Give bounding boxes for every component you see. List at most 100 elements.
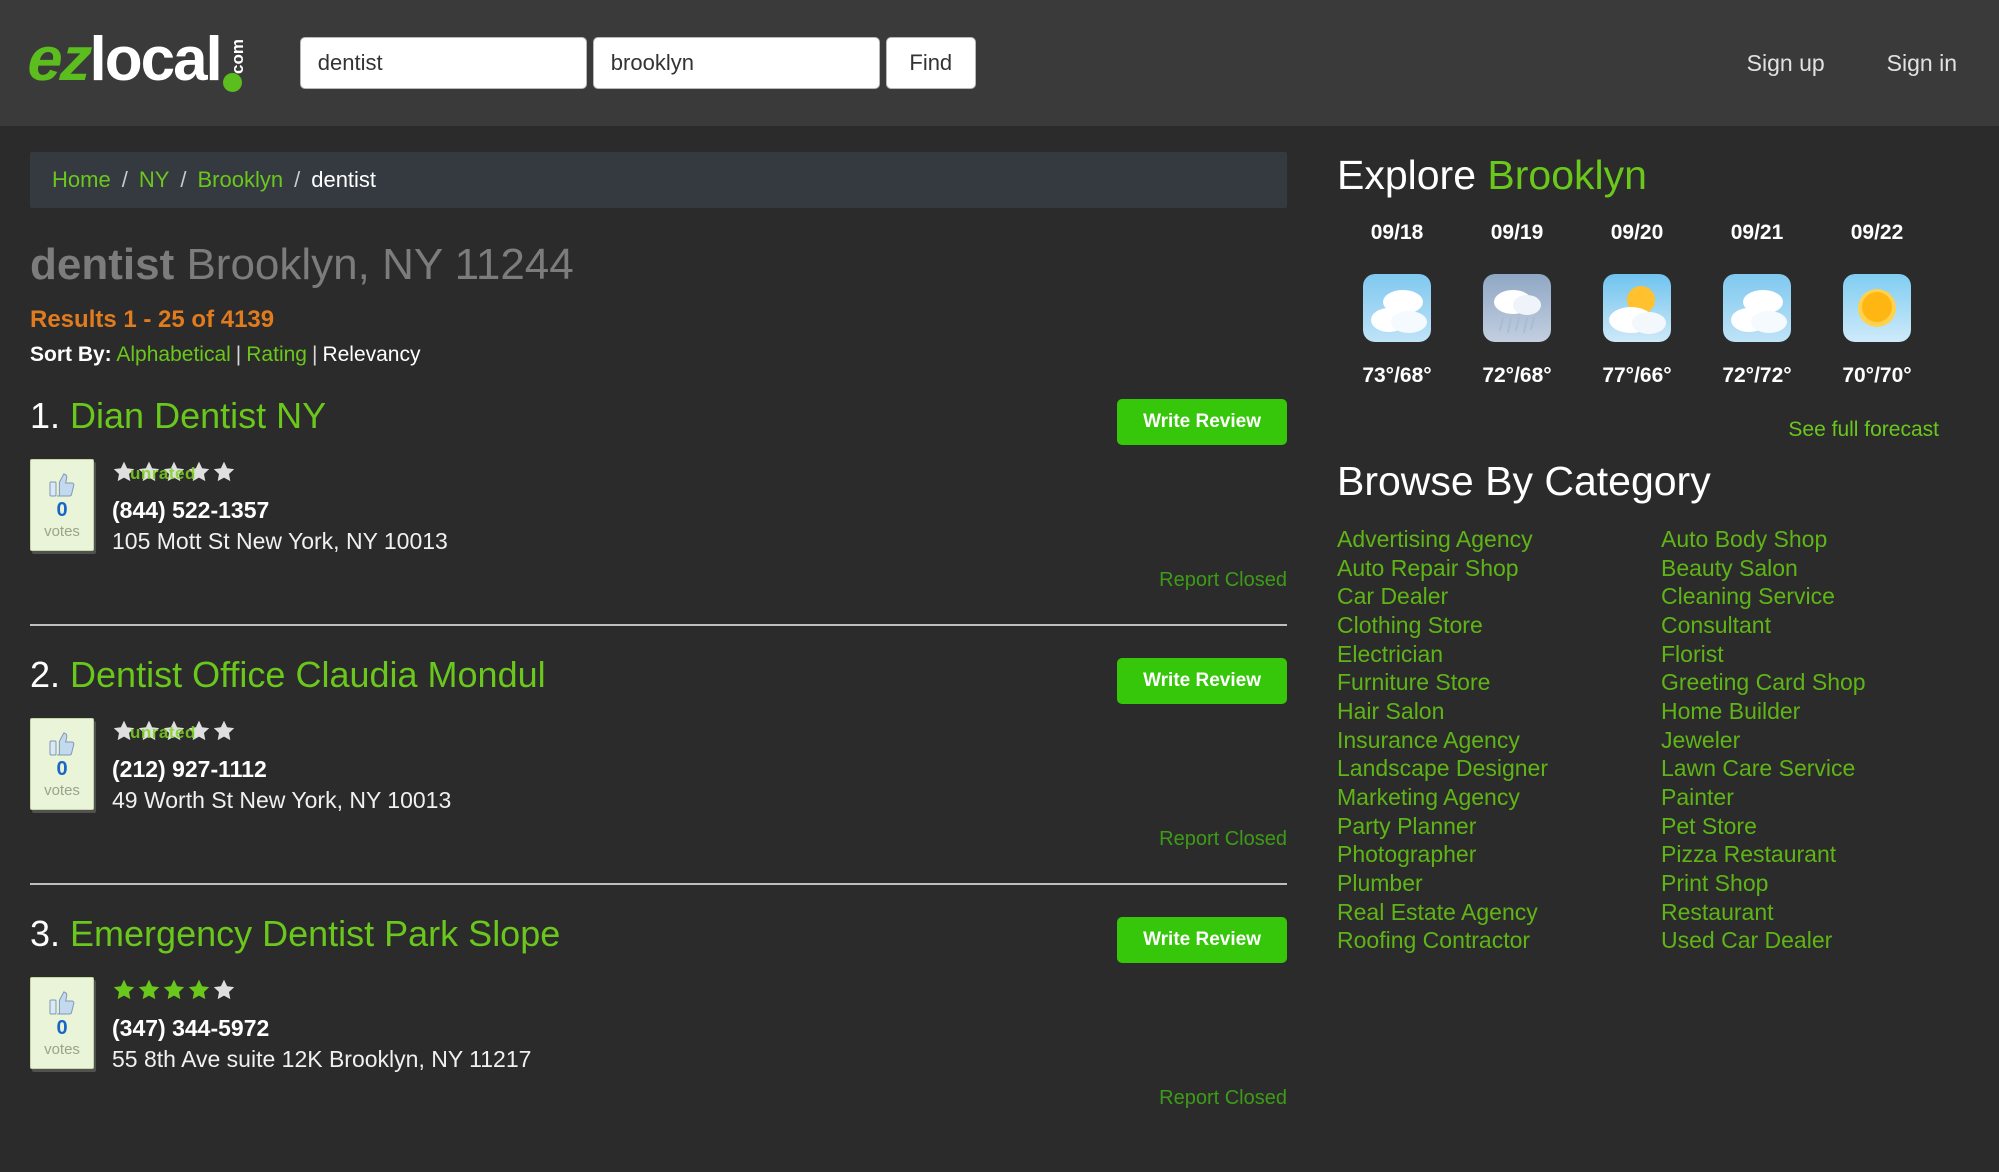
cloudy-icon xyxy=(1363,274,1431,342)
results-count: Results 1 - 25 of 4139 xyxy=(30,306,1287,334)
listing-address: 55 8th Ave suite 12K Brooklyn, NY 11217 xyxy=(112,1046,531,1073)
star-empty-icon xyxy=(137,460,161,484)
breadcrumb-item-ny[interactable]: NY xyxy=(139,167,170,193)
breadcrumb: Home / NY / Brooklyn / dentist xyxy=(30,152,1287,208)
category-link[interactable]: Photographer xyxy=(1337,840,1637,869)
listing-item: 2.Dentist Office Claudia Mondul Write Rev… xyxy=(30,624,1287,869)
logo-ez-text: ez xyxy=(26,30,92,90)
sign-in-link[interactable]: Sign in xyxy=(1887,50,1957,77)
category-link[interactable]: Roofing Contractor xyxy=(1337,926,1637,955)
report-closed-link[interactable]: Report Closed xyxy=(1159,1087,1287,1109)
category-link[interactable]: Electrician xyxy=(1337,640,1637,669)
report-closed-link[interactable]: Report Closed xyxy=(1159,828,1287,850)
browse-by-category-heading: Browse By Category xyxy=(1337,458,1961,505)
find-button[interactable]: Find xyxy=(886,37,976,89)
report-closed-link[interactable]: Report Closed xyxy=(1159,569,1287,591)
search-location-input[interactable] xyxy=(593,37,880,89)
category-link[interactable]: Furniture Store xyxy=(1337,668,1637,697)
forecast-day: 09/2270°/70° xyxy=(1817,221,1937,388)
weather-forecast-widget: 09/1873°/68°09/1972°/68°09/2077°/66°09/2… xyxy=(1337,221,1961,388)
listing-info: unrated(212) 927-111249 Worth St New Yor… xyxy=(112,718,451,814)
forecast-date: 09/19 xyxy=(1491,221,1544,245)
category-link[interactable]: Party Planner xyxy=(1337,812,1637,841)
star-empty-icon xyxy=(212,460,236,484)
category-link[interactable]: Hair Salon xyxy=(1337,697,1637,726)
page-title-location: Brooklyn, NY 11244 xyxy=(174,240,574,289)
star-rating[interactable]: unrated xyxy=(112,459,448,485)
listing-title: 2.Dentist Office Claudia Mondul xyxy=(30,654,546,695)
category-link[interactable]: Consultant xyxy=(1661,611,1961,640)
category-link[interactable]: Marketing Agency xyxy=(1337,783,1637,812)
vote-count: 0 xyxy=(56,1018,67,1038)
write-review-button[interactable]: Write Review xyxy=(1117,658,1287,704)
forecast-temps: 77°/66° xyxy=(1602,364,1671,388)
category-link[interactable]: Print Shop xyxy=(1661,869,1961,898)
category-link[interactable]: Home Builder xyxy=(1661,697,1961,726)
star-filled-icon xyxy=(187,978,211,1002)
listing-info: (347) 344-597255 8th Ave suite 12K Brook… xyxy=(112,977,531,1073)
star-rating[interactable] xyxy=(112,977,531,1003)
category-link[interactable]: Auto Repair Shop xyxy=(1337,554,1637,583)
category-link[interactable]: Insurance Agency xyxy=(1337,726,1637,755)
sort-option-rating[interactable]: Rating xyxy=(246,343,307,366)
vote-label: votes xyxy=(44,524,80,539)
category-link[interactable]: Advertising Agency xyxy=(1337,525,1637,554)
forecast-temps: 70°/70° xyxy=(1842,364,1911,388)
star-filled-icon xyxy=(112,978,136,1002)
category-link[interactable]: Beauty Salon xyxy=(1661,554,1961,583)
category-link[interactable]: Auto Body Shop xyxy=(1661,525,1961,554)
category-link[interactable]: Clothing Store xyxy=(1337,611,1637,640)
listing-item: 3.Emergency Dentist Park SlopeWrite Revi… xyxy=(30,883,1287,1128)
header-account-links: Sign up Sign in xyxy=(1747,50,1957,77)
cloudy-icon xyxy=(1723,274,1791,342)
category-link[interactable]: Florist xyxy=(1661,640,1961,669)
category-link[interactable]: Real Estate Agency xyxy=(1337,898,1637,927)
logo-local-text: local xyxy=(89,30,220,90)
logo-com-text: com xyxy=(228,28,248,74)
category-link[interactable]: Car Dealer xyxy=(1337,582,1637,611)
sidebar: Explore Brooklyn 09/1873°/68°09/1972°/68… xyxy=(1317,126,1999,1128)
sort-separator: | xyxy=(312,343,317,366)
search-keyword-input[interactable] xyxy=(300,37,587,89)
listing-header: 3.Emergency Dentist Park SlopeWrite Revi… xyxy=(30,913,1287,963)
star-empty-icon xyxy=(212,719,236,743)
write-review-button[interactable]: Write Review xyxy=(1117,399,1287,445)
category-link[interactable]: Pizza Restaurant xyxy=(1661,840,1961,869)
report-closed-row: Report Closed xyxy=(30,828,1287,869)
vote-badge[interactable]: 0votes xyxy=(30,718,94,810)
explore-city: Brooklyn xyxy=(1487,152,1647,198)
category-link[interactable]: Used Car Dealer xyxy=(1661,926,1961,955)
sort-option-alphabetical[interactable]: Alphabetical xyxy=(116,343,230,366)
category-link[interactable]: Greeting Card Shop xyxy=(1661,668,1961,697)
category-link[interactable]: Painter xyxy=(1661,783,1961,812)
sign-up-link[interactable]: Sign up xyxy=(1747,50,1825,77)
vote-label: votes xyxy=(44,1042,80,1057)
vote-badge[interactable]: 0votes xyxy=(30,459,94,551)
search-bar: Find xyxy=(300,37,976,89)
write-review-button[interactable]: Write Review xyxy=(1117,917,1287,963)
category-link[interactable]: Pet Store xyxy=(1661,812,1961,841)
category-link[interactable]: Restaurant xyxy=(1661,898,1961,927)
star-rating[interactable]: unrated xyxy=(112,718,451,744)
category-link[interactable]: Lawn Care Service xyxy=(1661,754,1961,783)
listing-name-link[interactable]: Dentist Office Claudia Mondul xyxy=(70,654,546,695)
listing-name-link[interactable]: Emergency Dentist Park Slope xyxy=(70,913,560,954)
main-content: Home / NY / Brooklyn / dentist dentist B… xyxy=(0,126,1317,1128)
vote-badge[interactable]: 0 votes xyxy=(30,977,94,1069)
see-full-forecast-link[interactable]: See full forecast xyxy=(1788,418,1939,441)
category-link[interactable]: Jeweler xyxy=(1661,726,1961,755)
breadcrumb-item-home[interactable]: Home xyxy=(52,167,111,193)
breadcrumb-item-brooklyn[interactable]: Brooklyn xyxy=(198,167,284,193)
category-link[interactable]: Plumber xyxy=(1337,869,1637,898)
category-link[interactable]: Cleaning Service xyxy=(1661,582,1961,611)
star-empty-icon xyxy=(162,460,186,484)
forecast-day: 09/2077°/66° xyxy=(1577,221,1697,388)
star-empty-icon xyxy=(137,719,161,743)
forecast-day: 09/1873°/68° xyxy=(1337,221,1457,388)
sort-by-label: Sort By: xyxy=(30,343,112,366)
site-logo[interactable]: ez local com xyxy=(28,30,248,96)
category-link[interactable]: Landscape Designer xyxy=(1337,754,1637,783)
listing-name-link[interactable]: Dian Dentist NY xyxy=(70,395,326,436)
sort-option-relevancy[interactable]: Relevancy xyxy=(322,343,420,366)
star-empty-icon xyxy=(187,460,211,484)
